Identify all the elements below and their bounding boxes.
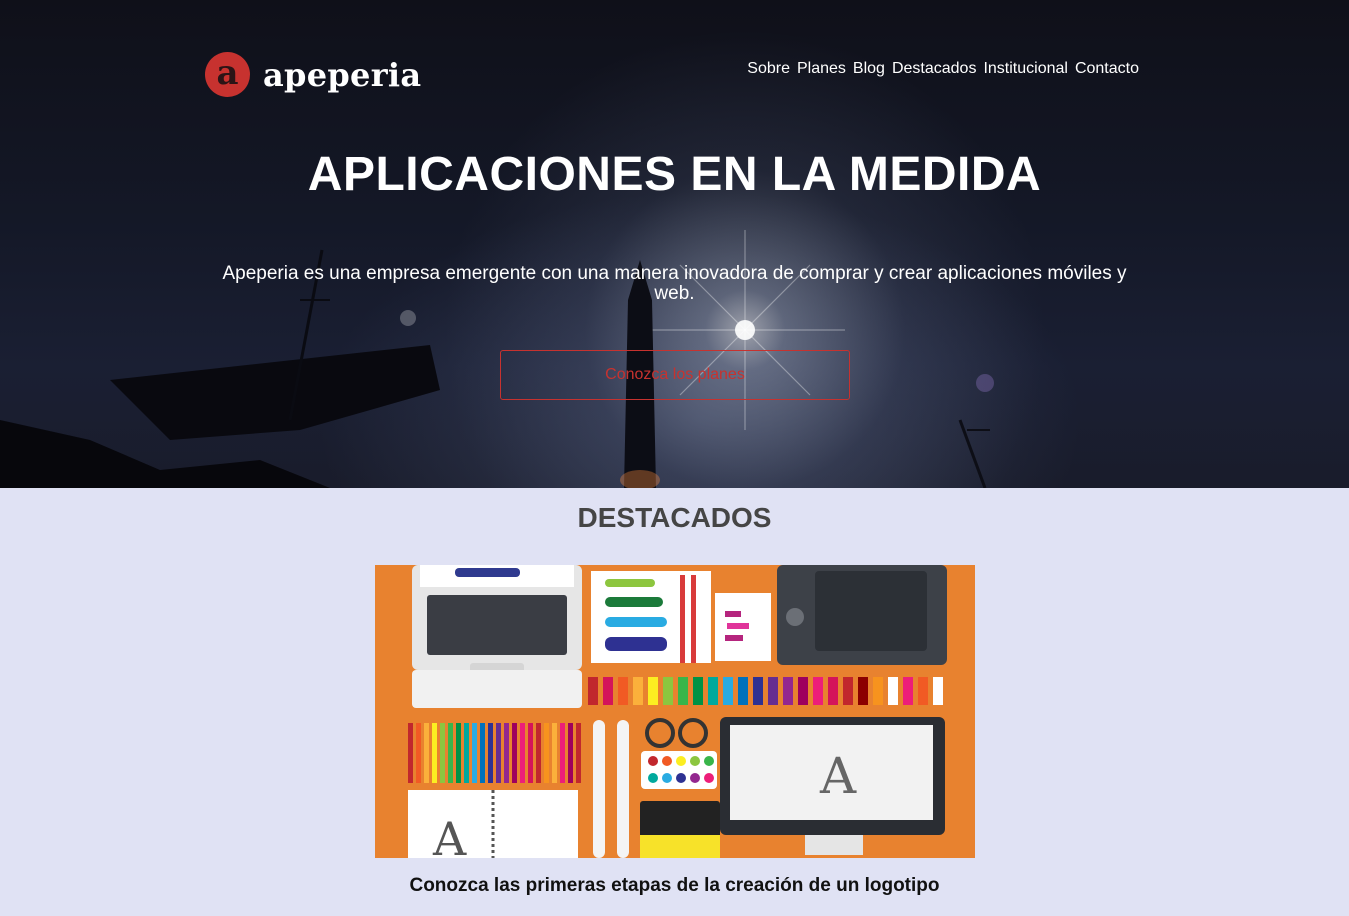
hero-background-image (0, 230, 994, 488)
nav-link-planes[interactable]: Planes (797, 60, 846, 78)
featured-section-title: DESTACADOS (577, 502, 772, 533)
brand-name: apeperia (263, 55, 422, 94)
hero-banner: a apeperia Sobre Planes Blog Destacados … (0, 0, 1349, 488)
svg-text:A: A (819, 747, 857, 805)
logo-icon: a (205, 52, 250, 97)
hero-description: Apeperia es una empresa emergente con un… (222, 263, 1127, 304)
hero-title: APLICACIONES EN LA MEDIDA (307, 148, 1042, 201)
nav-link-contacto[interactable]: Contacto (1075, 60, 1139, 78)
design-tools-illustration: A A (408, 565, 947, 858)
nav-link-blog[interactable]: Blog (853, 60, 885, 78)
nav-link-institucional[interactable]: Institucional (983, 60, 1068, 78)
featured-article-title[interactable]: Conozca las primeras etapas de la creaci… (0, 875, 1349, 897)
view-plans-button[interactable]: Conozca los planes (500, 350, 850, 400)
logo-letter: a (216, 52, 239, 93)
featured-article-image[interactable]: A A (375, 565, 975, 858)
nav-link-destacados[interactable]: Destacados (892, 60, 977, 78)
nav-link-sobre[interactable]: Sobre (747, 60, 790, 78)
brand-logo[interactable]: a apeperia (205, 52, 421, 97)
main-navigation: Sobre Planes Blog Destacados Institucion… (747, 60, 1139, 78)
svg-text:A: A (432, 812, 467, 858)
